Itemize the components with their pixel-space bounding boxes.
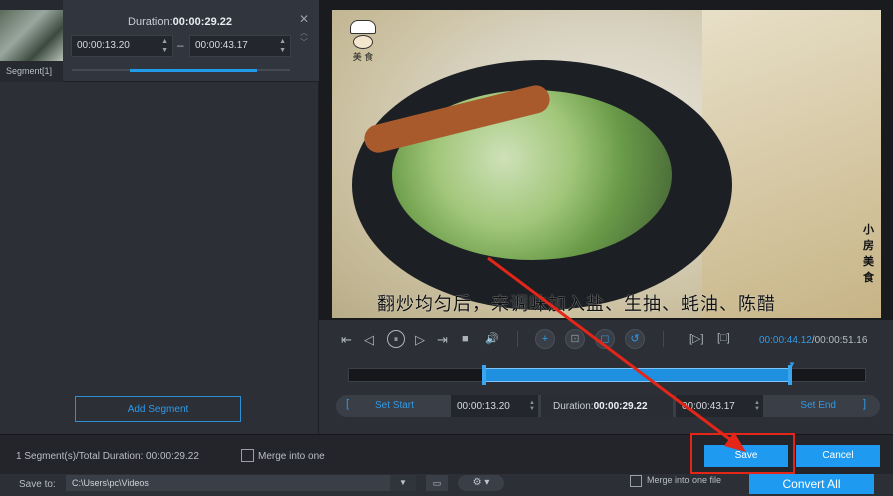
mark-icon[interactable]: ◻ xyxy=(595,329,615,349)
bracket-left: [ xyxy=(346,398,350,410)
segment-end-value: 00:00:43.17 xyxy=(195,40,248,51)
segment-duration-value: 00:00:29.22 xyxy=(172,16,232,28)
segment-item[interactable]: Segment[1] Duration:00:00:29.22 00:00:13… xyxy=(0,0,319,82)
add-cut-icon[interactable]: + xyxy=(535,329,555,349)
segment-thumbnail xyxy=(0,10,63,61)
segment-start-input[interactable]: 00:00:13.20 ▲ ▼ xyxy=(71,35,173,57)
start-time-input[interactable]: 00:00:13.20 ▲ ▼ xyxy=(451,395,538,417)
segment-panel: Segment[1] Duration:00:00:29.22 00:00:13… xyxy=(0,0,319,434)
segment-range-fill xyxy=(130,69,257,72)
divider xyxy=(517,331,518,347)
video-frame[interactable]: 美 食 小房美食 翻炒均匀后，来调味加入盐、生抽、蚝油、陈醋 xyxy=(332,10,881,318)
merge-checkbox[interactable] xyxy=(241,449,254,462)
merge-file-checkbox[interactable] xyxy=(630,475,642,487)
spinner-icon[interactable]: ▲ ▼ xyxy=(754,400,760,412)
step-forward-icon[interactable]: ▷ xyxy=(415,332,425,348)
set-end-button[interactable]: Set End xyxy=(800,400,836,411)
duration-display: Duration:00:00:29.22 xyxy=(541,395,673,417)
segment-start-value: 00:00:13.20 xyxy=(77,40,130,51)
start-time-value: 00:00:13.20 xyxy=(457,401,510,412)
playhead-icon[interactable]: ▼ xyxy=(788,360,796,369)
playback-time: 00:00:44.12/00:00:51.16 xyxy=(759,335,867,346)
video-subtitle: 翻炒均匀后，来调味加入盐、生抽、蚝油、陈醋 xyxy=(377,294,776,314)
trim-bar: [ Set Start 00:00:13.20 ▲ ▼ Duration:00:0… xyxy=(336,395,880,417)
skip-end-icon[interactable]: ⇥ xyxy=(437,332,448,348)
channel-watermark: 小房美食 xyxy=(863,224,874,284)
convert-all-button[interactable]: Convert All xyxy=(749,474,874,494)
range-dash: – xyxy=(177,38,184,52)
end-time-input[interactable]: 00:00:43.17 ▲ ▼ xyxy=(676,395,763,417)
split-icon[interactable]: ⊡ xyxy=(565,329,585,349)
logo-text: 美 食 xyxy=(352,52,374,62)
add-segment-button[interactable]: Add Segment xyxy=(75,396,241,422)
divider xyxy=(663,331,664,347)
segment-end-input[interactable]: 00:00:43.17 ▲ ▼ xyxy=(189,35,291,57)
chevron-down-icon[interactable]: ﹀ xyxy=(300,37,308,48)
merge-file-label: Merge into one file xyxy=(647,475,722,485)
playback-controls: ⇤ ◁ ⏸ ▷ ⇥ ■ 🔊 + ⊡ ◻ ↺ [▷] [□] 00:00:44.1… xyxy=(319,320,893,434)
save-to-path: C:\Users\pc\Videos xyxy=(72,478,149,488)
mark-out-icon[interactable]: [□] xyxy=(717,332,730,344)
chef-logo: 美 食 xyxy=(344,20,382,68)
segment-duration: Duration:00:00:29.22 xyxy=(70,16,290,28)
chevron-down-icon[interactable]: ▼ xyxy=(390,475,416,491)
volume-icon[interactable]: 🔊 xyxy=(485,332,499,345)
mark-in-icon[interactable]: [▷] xyxy=(689,332,704,345)
set-start-button[interactable]: Set Start xyxy=(375,400,414,411)
segment-summary: 1 Segment(s)/Total Duration: 00:00:29.22 xyxy=(16,451,199,462)
segment-label: Segment[1] xyxy=(6,66,53,76)
spinner-icon[interactable]: ▲ ▼ xyxy=(529,400,535,412)
save-to-path-field[interactable]: C:\Users\pc\Videos xyxy=(66,475,416,491)
chef-hat-icon xyxy=(350,20,376,34)
chef-face-icon xyxy=(353,35,373,49)
end-time-value: 00:00:43.17 xyxy=(682,401,735,412)
duration-value: 00:00:29.22 xyxy=(593,401,648,412)
gear-icon[interactable]: ⚙ ▾ xyxy=(458,475,504,491)
timeline-selection[interactable] xyxy=(484,368,791,382)
close-icon[interactable]: ✕ xyxy=(299,12,309,26)
merge-label: Merge into one xyxy=(258,451,325,462)
bracket-right: ] xyxy=(862,398,866,410)
segment-duration-label: Duration: xyxy=(128,16,173,28)
video-preview: 美 食 小房美食 翻炒均匀后，来调味加入盐、生抽、蚝油、陈醋 xyxy=(319,0,893,320)
cancel-button[interactable]: Cancel xyxy=(796,445,880,467)
spinner-icon[interactable]: ▲ ▼ xyxy=(161,37,168,55)
timeline-start-handle[interactable] xyxy=(482,365,486,385)
video-cutter-window: Segment[1] Duration:00:00:29.22 00:00:13… xyxy=(0,0,893,496)
main-window-footer: Save to: C:\Users\pc\Videos ▼ ▭ ⚙ ▾ Merg… xyxy=(0,474,893,496)
spinner-icon[interactable]: ▲ ▼ xyxy=(279,37,286,55)
highlight-box xyxy=(690,433,795,474)
folder-icon[interactable]: ▭ xyxy=(426,475,448,491)
pause-icon[interactable]: ⏸ xyxy=(387,330,405,348)
duration-label: Duration: xyxy=(553,401,594,412)
stop-icon[interactable]: ■ xyxy=(462,333,469,345)
step-back-icon[interactable]: ◁ xyxy=(364,332,374,348)
reset-icon[interactable]: ↺ xyxy=(625,329,645,349)
skip-start-icon[interactable]: ⇤ xyxy=(341,332,352,348)
total-time: /00:00:51.16 xyxy=(811,335,868,346)
current-time: 00:00:44.12 xyxy=(759,335,812,346)
save-to-label: Save to: xyxy=(19,479,56,490)
